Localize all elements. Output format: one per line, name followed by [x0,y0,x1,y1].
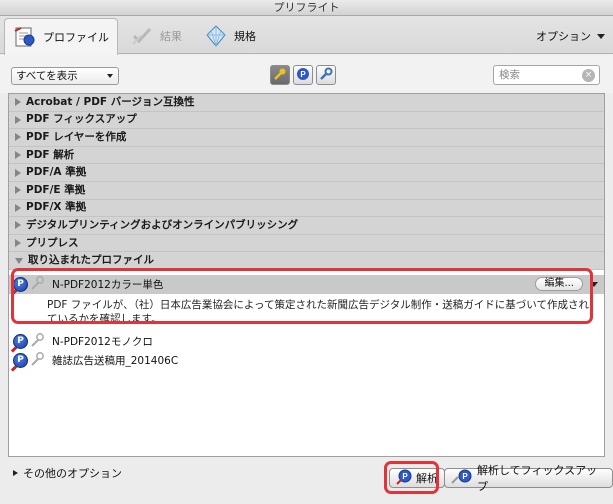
preflight-icon: P [396,469,412,488]
diamond-icon [204,24,228,48]
disclosure-triangle-icon[interactable] [15,115,21,124]
category-row[interactable]: Acrobat / PDF バージョン互換性 [9,94,604,112]
category-label: PDF/X 準拠 [26,201,87,214]
profile-row[interactable]: P 雑誌広告送稿用_201406C [9,351,604,370]
wrench-icon [29,351,45,370]
tab-label: 結果 [160,30,182,43]
analyze-and-fix-button[interactable]: P 解析してフィックスアップ [444,464,613,493]
profile-name: N-PDF2012モノクロ [52,335,153,348]
disclosure-triangle-icon[interactable] [15,168,21,177]
profile-badges: P [13,332,49,351]
edit-button[interactable]: 編集... [535,277,583,292]
tab-standards[interactable]: 規格 [196,18,264,54]
category-row[interactable]: デジタルプリンティングおよびオンラインパブリッシング [9,217,604,235]
options-label: オプション [536,30,591,43]
profile-badges: P [13,275,49,294]
svg-text:P: P [462,472,468,481]
chevron-down-icon [107,74,113,78]
category-label: 取り込まれたプロファイル [28,254,154,267]
svg-text:P: P [402,472,408,481]
category-label: Acrobat / PDF バージョン互換性 [26,95,195,108]
category-label: PDF/E 準拠 [26,183,86,196]
toolbar: プロファイル 結果 規格 オプション [0,16,613,55]
wrench-filter-button[interactable] [316,65,336,85]
category-row[interactable]: PDF フィックスアップ [9,111,604,130]
category-label: プリプレス [26,236,79,249]
filter-select[interactable]: すべてを表示 [11,67,119,85]
profile-list[interactable]: Acrobat / PDF バージョン互換性 PDF フィックスアップ PDF … [8,93,605,457]
wrench-icon [319,67,333,84]
wrench-icon [29,275,45,294]
filter-icons: P [270,65,336,85]
options-menu[interactable]: オプション [536,28,605,44]
tab-results[interactable]: 結果 [122,18,190,54]
disclosure-triangle-icon[interactable] [15,151,21,160]
profile-row-selected[interactable]: P N-PDF2012カラー単色 編集... [9,274,604,294]
more-options-label: その他のオプション [23,467,122,480]
search-placeholder: 検索 [499,69,520,81]
profile-row[interactable]: P N-PDF2012モノクロ [9,332,604,351]
category-row[interactable]: PDF 解析 [9,146,604,165]
analyze-label: 解析 [416,472,438,485]
profile-description: PDF ファイルが、（社）日本広告業協会によって策定された新聞広告デジタル制作・… [47,298,589,325]
preflight-fix-icon: P [451,469,473,488]
profile-icon [13,25,37,49]
preflight-icon: P [296,67,310,84]
search-input[interactable]: 検索 × [493,65,600,85]
category-label: デジタルプリンティングおよびオンラインパブリッシング [26,218,299,231]
analyze-fix-label: 解析してフィックスアップ [477,464,598,493]
disclosure-triangle-icon[interactable] [15,221,21,230]
window-title: プリフライト [0,0,613,16]
filter-row: すべてを表示 P 検索 × [0,55,613,93]
disclosure-triangle-icon[interactable] [15,203,21,212]
checkmark-icon [130,24,154,48]
disclosure-triangle-icon[interactable] [15,133,21,142]
profile-name: 雑誌広告送稿用_201406C [52,354,179,367]
disclosure-triangle-icon[interactable] [15,239,21,248]
category-label: PDF/A 準拠 [26,166,87,179]
category-row[interactable]: PDF レイヤーを作成 [9,129,604,147]
wrench-icon [29,332,45,351]
more-options-toggle[interactable]: その他のオプション [13,465,122,481]
category-row[interactable]: PDF/X 準拠 [9,199,604,218]
profile-badges: P [13,351,49,370]
analyze-button[interactable]: P 解析 [389,468,445,488]
check-filter-button[interactable]: P [293,65,313,85]
tab-profiles[interactable]: プロファイル [4,18,118,55]
clear-search-icon[interactable]: × [582,69,595,82]
chevron-down-icon[interactable] [590,281,598,287]
category-row-imported[interactable]: 取り込まれたプロファイル [9,252,604,270]
category-label: PDF レイヤーを作成 [26,130,127,143]
filter-select-value: すべてを表示 [16,70,78,82]
category-row[interactable]: PDF/E 準拠 [9,181,604,200]
tab-label: 規格 [234,30,256,43]
category-row[interactable]: プリプレス [9,234,604,253]
fixup-icon [273,67,287,84]
disclosure-triangle-icon[interactable] [15,186,21,195]
tab-label: プロファイル [43,31,109,44]
disclosure-open-icon[interactable] [15,257,23,264]
profile-name: N-PDF2012カラー単色 [52,278,164,291]
preflight-badge-icon: P [13,333,28,349]
chevron-down-icon [597,33,605,39]
svg-text:P: P [300,70,306,79]
category-row[interactable]: PDF/A 準拠 [9,164,604,182]
category-label: PDF フィックスアップ [26,113,137,126]
category-label: PDF 解析 [26,148,75,161]
disclosure-triangle-icon [13,470,18,476]
fixup-filter-button[interactable] [270,65,290,85]
preflight-badge-icon: P [13,276,28,292]
preflight-badge-icon: P [13,352,28,368]
disclosure-triangle-icon[interactable] [15,98,21,107]
